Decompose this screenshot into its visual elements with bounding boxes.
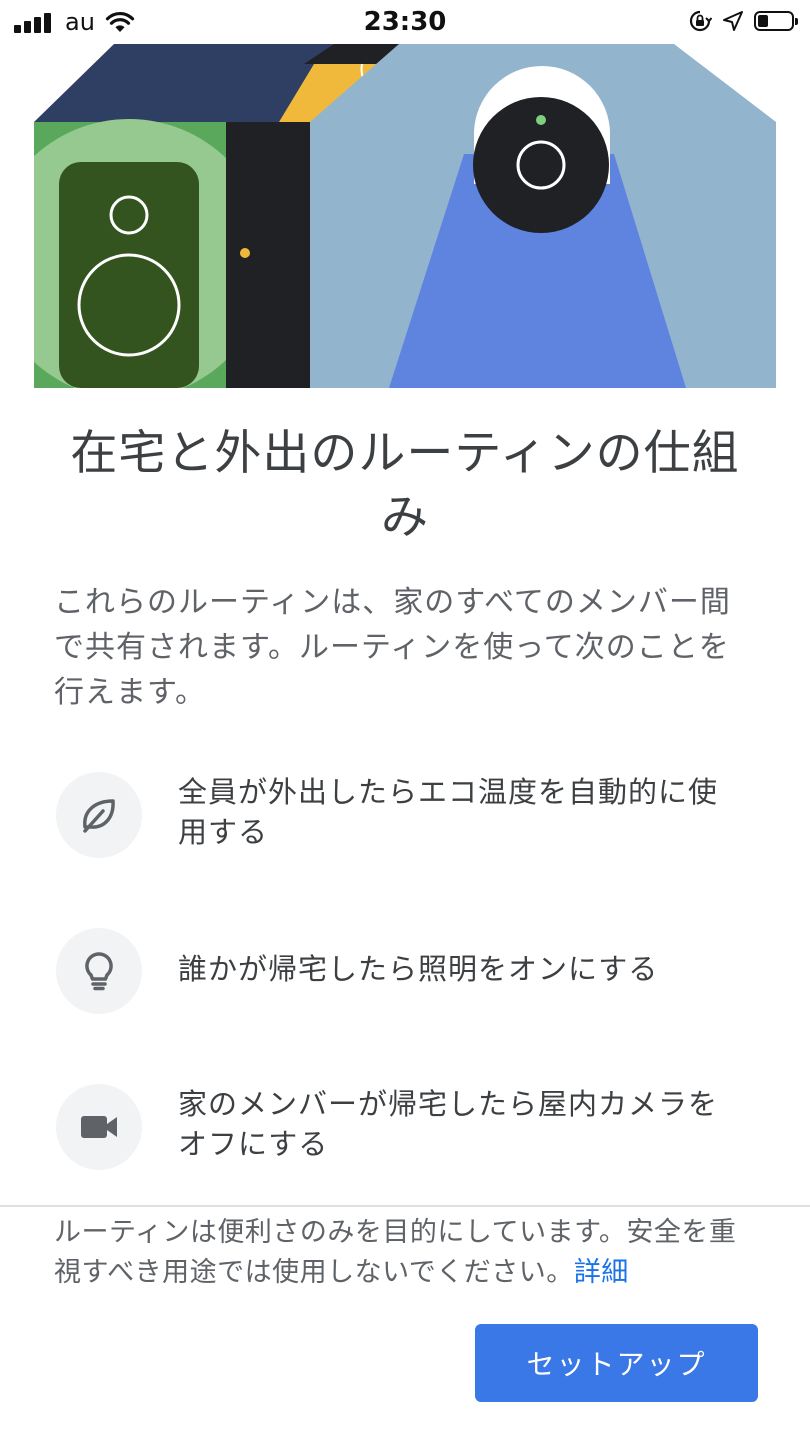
description: これらのルーティンは、家のすべてのメンバー間で共有されます。ルーティンを使って次… xyxy=(54,585,731,710)
hero-illustration xyxy=(34,44,776,388)
footer-divider xyxy=(0,1205,810,1207)
feature-icon-circle xyxy=(56,928,142,1014)
location-arrow-icon xyxy=(723,11,743,31)
feature-text: 家のメンバーが帰宅したら屋内カメラをオフにする xyxy=(178,1087,719,1161)
video-camera-icon xyxy=(81,1116,117,1138)
door xyxy=(226,122,310,388)
feature-item-lights: 誰かが帰宅したら照明をオンにする xyxy=(56,928,756,1018)
status-bar: au 23:30 xyxy=(0,0,810,44)
feature-item-eco: 全員が外出したらエコ温度を自動的に使用する xyxy=(56,772,756,862)
feature-item-camera: 家のメンバーが帰宅したら屋内カメラをオフにする xyxy=(56,1084,756,1174)
orientation-lock-icon xyxy=(689,10,712,32)
leaf-icon xyxy=(83,799,115,833)
feature-text: 誰かが帰宅したら照明をオンにする xyxy=(178,952,659,986)
lightbulb-icon xyxy=(85,952,113,991)
setup-button[interactable]: セットアップ xyxy=(475,1324,758,1402)
feature-icon-circle xyxy=(56,1084,142,1170)
page-title: 在宅と外出のルーティンの仕組み xyxy=(70,426,740,545)
status-right xyxy=(688,9,798,33)
feature-icon-circle xyxy=(56,772,142,858)
feature-text: 全員が外出したらエコ温度を自動的に使用する xyxy=(178,775,719,849)
disclaimer-note: ルーティンは便利さのみを目的にしています。安全を重視すべき用途では使用しないでく… xyxy=(54,1213,754,1293)
battery-level xyxy=(758,15,768,27)
learn-more-link[interactable]: 詳細 xyxy=(574,1257,629,1288)
battery-icon xyxy=(754,11,798,31)
disclaimer-text: ルーティンは便利さのみを目的にしています。安全を重視すべき用途では使用しないでく… xyxy=(54,1217,737,1288)
